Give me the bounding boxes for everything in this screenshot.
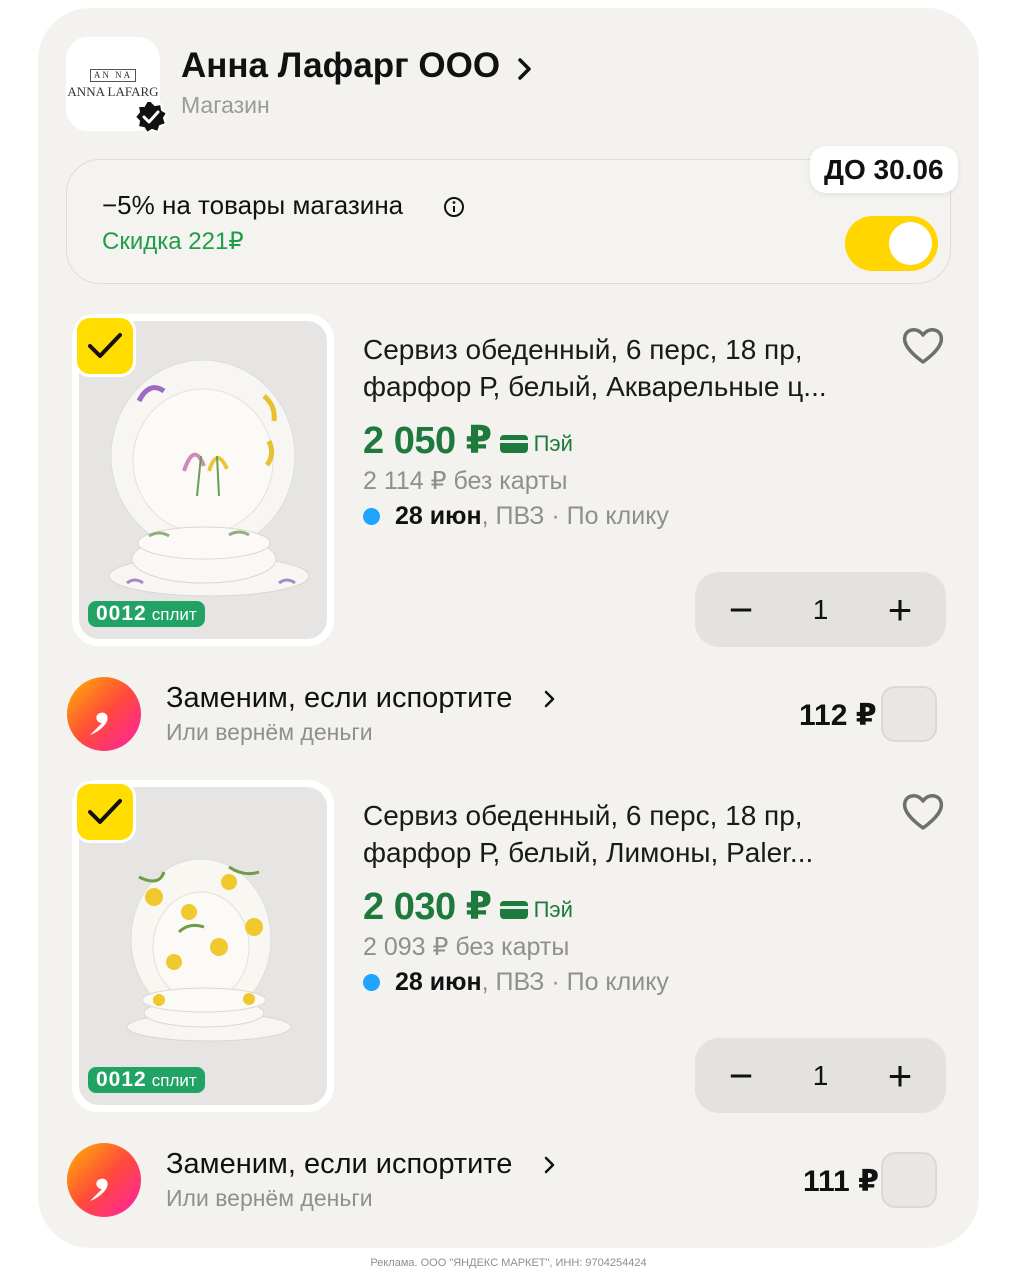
service-price: 111 ₽ [803, 1165, 879, 1198]
decrease-button[interactable]: − [721, 588, 761, 630]
delivery-method: , ПВЗ · По клику [481, 502, 669, 530]
pay-label: Пэй [533, 896, 573, 922]
product-title[interactable]: Сервиз обеденный, 6 перс, 18 пр, фарфор … [363, 331, 888, 405]
delivery-date: 28 июн [395, 502, 482, 530]
price-without-card: 2 093 ₽ без карты [363, 933, 570, 961]
price: 2 050 ₽ [363, 420, 492, 462]
discount-title: −5% на товары магазина [102, 190, 404, 220]
checkmark-icon [88, 799, 122, 824]
quantity-stepper: − 1 + [695, 572, 946, 647]
product-select-checkbox[interactable] [74, 781, 136, 843]
split-label: сплит [151, 1071, 197, 1090]
delivery-dot-icon [363, 508, 380, 525]
favorite-heart-icon[interactable] [900, 790, 946, 832]
quantity-value: 1 [812, 593, 829, 625]
price: 2 030 ₽ [363, 886, 492, 928]
favorite-heart-icon[interactable] [900, 324, 946, 366]
delivery-info: 28 июн , ПВЗ · По клику [363, 968, 669, 997]
verified-badge-icon [133, 100, 169, 135]
card-icon [499, 434, 528, 453]
protection-service-icon [67, 677, 141, 751]
service-checkbox[interactable] [881, 686, 937, 742]
logo-monogram: AN NA [89, 68, 137, 82]
service-title[interactable]: Заменим, если испортите [166, 682, 512, 715]
chevron-right-icon[interactable] [514, 55, 536, 83]
info-icon[interactable] [443, 196, 465, 218]
split-badge: 0012 сплит [88, 1067, 205, 1093]
price-row: 2 050 ₽ Пэй [363, 418, 573, 463]
ad-disclaimer: Реклама. ООО "ЯНДЕКС МАРКЕТ", ИНН: 97042… [370, 1257, 647, 1269]
service-price: 112 ₽ [799, 699, 877, 732]
split-label: сплит [151, 605, 197, 624]
delivery-dot-icon [363, 974, 380, 991]
service-subtitle: Или вернём деньги [166, 1185, 373, 1211]
split-badge: 0012 сплит [88, 601, 205, 627]
chevron-right-icon[interactable] [543, 689, 557, 709]
card-icon [499, 900, 528, 919]
shop-name[interactable]: Анна Лафарг ООО [181, 46, 500, 86]
price-without-card: 2 114 ₽ без карты [363, 467, 568, 495]
protection-service-icon [67, 1143, 141, 1217]
checkmark-icon [88, 333, 122, 358]
discount-amount: Скидка 221₽ [102, 228, 244, 255]
discount-toggle[interactable] [845, 216, 938, 271]
service-checkbox[interactable] [881, 1152, 937, 1208]
product-select-checkbox[interactable] [74, 315, 136, 377]
quantity-stepper: − 1 + [695, 1038, 946, 1113]
increase-button[interactable]: + [880, 1054, 920, 1096]
increase-button[interactable]: + [880, 588, 920, 630]
delivery-method: , ПВЗ · По клику [481, 968, 669, 996]
delivery-info: 28 июн , ПВЗ · По клику [363, 502, 669, 531]
logo-text: ANNA LAFARG [67, 83, 159, 99]
price-row: 2 030 ₽ Пэй [363, 884, 573, 929]
toggle-knob [889, 222, 932, 265]
decrease-button[interactable]: − [721, 1054, 761, 1096]
delivery-date: 28 июн [395, 968, 482, 996]
shop-type: Магазин [181, 92, 270, 118]
product-title[interactable]: Сервиз обеденный, 6 перс, 18 пр, фарфор … [363, 797, 888, 871]
discount-deadline-badge: ДО 30.06 [810, 146, 958, 193]
pay-label: Пэй [533, 430, 573, 456]
service-title[interactable]: Заменим, если испортите [166, 1148, 512, 1181]
split-number: 0012 [96, 602, 147, 625]
service-subtitle: Или вернём деньги [166, 719, 373, 745]
quantity-value: 1 [812, 1059, 829, 1091]
split-number: 0012 [96, 1068, 147, 1091]
chevron-right-icon[interactable] [543, 1155, 557, 1175]
